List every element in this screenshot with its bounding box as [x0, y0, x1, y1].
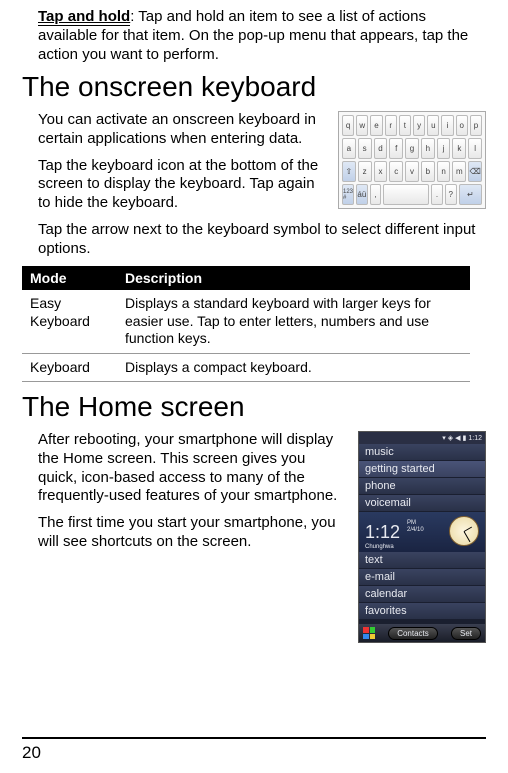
volume-icon: ◀ [455, 434, 460, 442]
kbd-key: h [421, 138, 435, 159]
kbd-key: k [452, 138, 466, 159]
network-icon: ◈ [448, 434, 453, 442]
kbd-key: , [370, 184, 382, 205]
phone-softkey-bar: Contacts Set [359, 624, 485, 642]
kbd-key: e [370, 115, 382, 136]
mode-cell-desc: Displays a standard keyboard with larger… [117, 290, 470, 353]
kbd-key: a [342, 138, 356, 159]
kbd-key: t [399, 115, 411, 136]
phone-figure: ▾ ◈ ◀ ▮ 1:12 music getting started phone… [358, 431, 486, 643]
kbd-key: d [374, 138, 388, 159]
kbd-key: p [470, 115, 482, 136]
phone-item: calendar [359, 586, 485, 603]
mode-cell-mode: Keyboard [22, 353, 117, 382]
footer-rule [22, 737, 486, 739]
kbd-key: n [437, 161, 451, 182]
phone-item: e-mail [359, 569, 485, 586]
kbd-key: x [374, 161, 388, 182]
kbd-key: m [452, 161, 466, 182]
softkey-contacts: Contacts [388, 627, 438, 640]
kbd-key: b [421, 161, 435, 182]
table-row: Keyboard Displays a compact keyboard. [22, 353, 470, 382]
home-section-text: After rebooting, your smartphone will di… [38, 431, 346, 560]
mode-table: Mode Description Easy Keyboard Displays … [22, 266, 470, 382]
phone-item: voicemail [359, 495, 485, 512]
phone-list-bottom: text e-mail calendar favorites [359, 552, 485, 620]
taphold-lead: Tap and hold [38, 8, 130, 26]
kbd-key: v [405, 161, 419, 182]
kbd-key: f [389, 138, 403, 159]
kbd-key-accent: áü [356, 184, 368, 205]
battery-icon: ▮ [463, 434, 467, 442]
keyboard-figure: q w e r t y u i o p a s d f g h j k l ⇧ … [338, 111, 486, 209]
mode-header-desc: Description [117, 266, 470, 290]
phone-item: favorites [359, 603, 485, 620]
phone-clock-date: 2/4/10 [407, 527, 424, 533]
mode-cell-desc: Displays a compact keyboard. [117, 353, 470, 382]
kbd-key: g [405, 138, 419, 159]
phone-carrier: Chunghwa [365, 544, 394, 550]
table-row: Easy Keyboard Displays a standard keyboa… [22, 290, 470, 353]
keyboard-section-row: You can activate an onscreen keyboard in… [38, 111, 486, 221]
softkey-set: Set [451, 627, 481, 640]
kbd-key: y [413, 115, 425, 136]
kbd-p1: You can activate an onscreen keyboard in… [38, 111, 328, 149]
kbd-key: c [389, 161, 403, 182]
kbd-key: u [427, 115, 439, 136]
keyboard-section-text: You can activate an onscreen keyboard in… [38, 111, 328, 221]
phone-item: text [359, 552, 485, 569]
kbd-key: i [441, 115, 453, 136]
kbd-row: q w e r t y u i o p [342, 115, 482, 136]
kbd-row: 123 # áü , . ? ↵ [342, 184, 482, 205]
heading-onscreen-keyboard: The onscreen keyboard [22, 72, 486, 103]
kbd-p3: Tap the arrow next to the keyboard symbo… [38, 221, 486, 259]
kbd-key: o [456, 115, 468, 136]
windows-icon [363, 627, 375, 639]
phone-clock-sub: PM 2/4/10 [407, 520, 424, 533]
signal-icon: ▾ [442, 434, 446, 442]
phone-item: music [359, 444, 485, 461]
phone-clock-ampm: PM [407, 520, 416, 526]
kbd-key: . [431, 184, 443, 205]
phone-list-top: music getting started phone voicemail [359, 444, 485, 512]
home-p1: After rebooting, your smartphone will di… [38, 431, 346, 506]
kbd-key-sym: 123 # [342, 184, 354, 205]
kbd-key: s [358, 138, 372, 159]
kbd-key-enter: ↵ [459, 184, 482, 205]
kbd-row: ⇧ z x c v b n m ⌫ [342, 161, 482, 182]
kbd-key: l [468, 138, 482, 159]
mode-cell-mode: Easy Keyboard [22, 290, 117, 353]
phone-clock-time: 1:12 [365, 522, 400, 543]
home-p2: The first time you start your smartphone… [38, 514, 346, 552]
phone-item: getting started [359, 461, 485, 478]
phone-statusbar: ▾ ◈ ◀ ▮ 1:12 [359, 432, 485, 444]
kbd-key: ? [445, 184, 457, 205]
status-time: 1:12 [468, 435, 482, 442]
clock-icon [449, 516, 479, 546]
kbd-key: z [358, 161, 372, 182]
kbd-key: w [356, 115, 368, 136]
taphold-paragraph: Tap and hold: Tap and hold an item to se… [38, 8, 486, 64]
mode-header-mode: Mode [22, 266, 117, 290]
heading-home-screen: The Home screen [22, 392, 486, 423]
phone-clock-band: 1:12 PM 2/4/10 Chunghwa [359, 512, 485, 552]
kbd-key-space [383, 184, 429, 205]
kbd-key-shift: ⇧ [342, 161, 356, 182]
kbd-key: r [385, 115, 397, 136]
page-number: 20 [22, 743, 41, 763]
kbd-key-backspace: ⌫ [468, 161, 482, 182]
kbd-key: q [342, 115, 354, 136]
kbd-p2: Tap the keyboard icon at the bottom of t… [38, 157, 328, 213]
kbd-row: a s d f g h j k l [342, 138, 482, 159]
phone-item: phone [359, 478, 485, 495]
kbd-key: j [437, 138, 451, 159]
home-section-row: After rebooting, your smartphone will di… [38, 431, 486, 643]
